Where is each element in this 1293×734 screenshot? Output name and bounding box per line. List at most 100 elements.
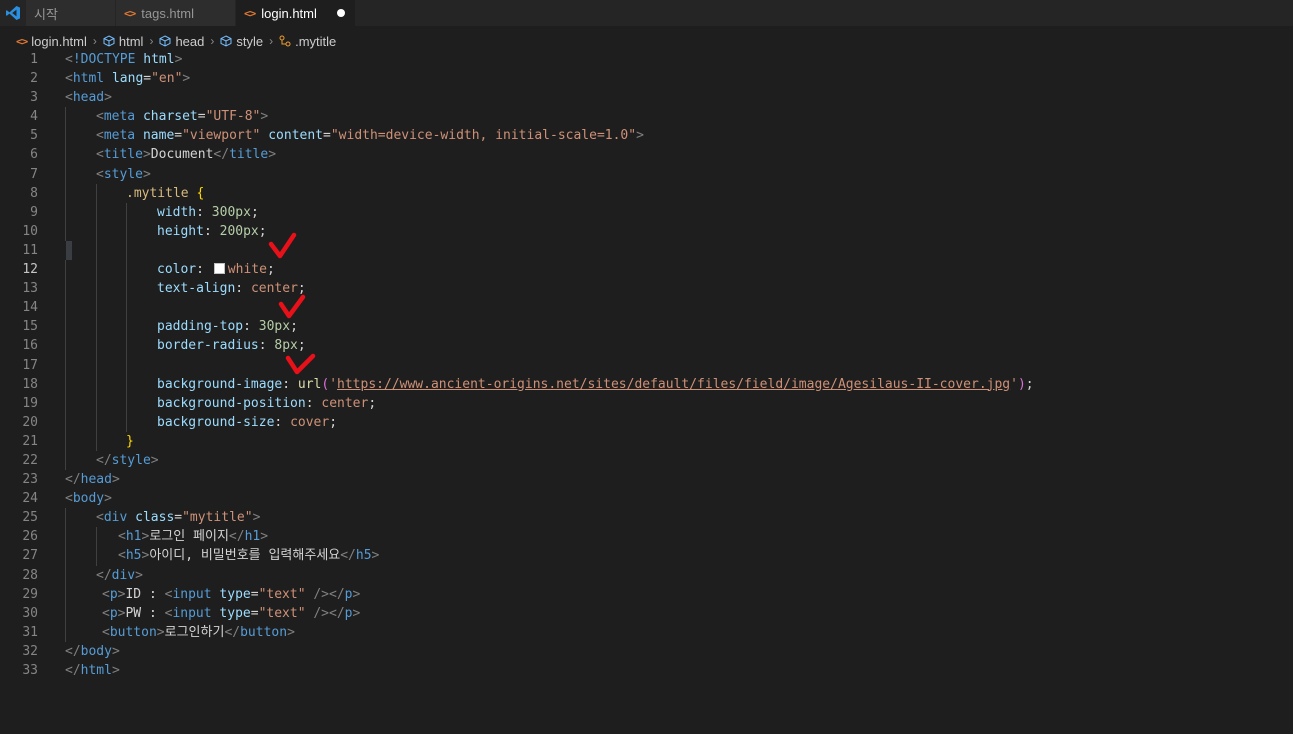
breadcrumb-file[interactable]: login.html: [31, 34, 87, 49]
token: width: [157, 204, 197, 220]
token: name: [142, 128, 175, 144]
chevron-right-icon: ›: [149, 34, 154, 48]
url-link[interactable]: https://www.ancient-origins.net/sites/de…: [337, 377, 1010, 392]
token: .mytitle: [126, 185, 189, 201]
code-line[interactable]: 14: [0, 298, 1293, 318]
code-line[interactable]: 8 .mytitle {: [0, 183, 1293, 203]
code-line[interactable]: 31 <button>로그인하기</button>: [0, 622, 1293, 642]
code-line[interactable]: 5 <meta name="viewport" content="width=de…: [0, 126, 1293, 146]
line-number: 19: [22, 395, 38, 411]
token: white: [227, 262, 267, 278]
html-file-icon: <>: [244, 6, 256, 20]
code-line[interactable]: 21}: [0, 431, 1293, 451]
breadcrumb-html[interactable]: html: [119, 34, 144, 49]
line-number: 28: [22, 567, 38, 583]
tab-welcome-label: 시작: [34, 6, 58, 22]
red-check-mark-icon: [285, 353, 316, 375]
line-number: 1: [30, 52, 38, 67]
token: p: [109, 586, 118, 602]
chevron-right-icon: ›: [92, 34, 97, 48]
token: h5: [125, 548, 142, 564]
code-line[interactable]: 30 <p>PW : <input type="text" /></p>: [0, 603, 1293, 623]
html-file-icon: <>: [16, 34, 28, 48]
token: "text": [258, 586, 306, 602]
token: input: [172, 605, 212, 621]
unsaved-dot-icon[interactable]: [337, 9, 345, 17]
token: p: [344, 586, 353, 602]
code-line[interactable]: 6 <title>Document</title>: [0, 145, 1293, 165]
line-number: 4: [30, 109, 38, 125]
code-line[interactable]: 7 <style>: [0, 164, 1293, 184]
code-line[interactable]: 24 <body>: [0, 489, 1293, 508]
code-line[interactable]: 11: [0, 240, 1293, 261]
code-line[interactable]: 9 width: 300px;: [0, 202, 1293, 222]
code-line[interactable]: 17: [0, 355, 1293, 375]
code-line[interactable]: 32 </body>: [0, 642, 1293, 661]
code-line[interactable]: 13 text-align: center;: [0, 279, 1293, 299]
code-line[interactable]: 33 </html>: [0, 661, 1293, 680]
line-number: 25: [22, 510, 38, 526]
line-number: 9: [30, 204, 38, 220]
line-number: 32: [22, 643, 38, 659]
token: head: [80, 472, 112, 488]
breadcrumb-selector[interactable]: .mytitle: [295, 34, 336, 49]
code-line[interactable]: 25 <div class="mytitle">: [0, 508, 1293, 528]
code-line[interactable]: 19 background-position: center;: [0, 393, 1293, 413]
token: type: [219, 605, 251, 621]
line-number: 29: [22, 586, 38, 602]
token: p: [109, 605, 118, 621]
token: "text": [258, 605, 306, 621]
tab-tags-html[interactable]: <> tags.html: [116, 0, 236, 26]
token: h1: [125, 529, 142, 545]
token: body: [80, 643, 112, 659]
line-number: 23: [22, 472, 38, 488]
tab-login-html-label: login.html: [261, 5, 317, 21]
code-line[interactable]: 29 <p>ID : <input type="text" /></p>: [0, 584, 1293, 604]
token: "UTF-8": [205, 109, 261, 125]
cube-icon: [103, 35, 115, 47]
code-editor[interactable]: 1 <!DOCTYPE html> 2 <html lang="en"> 3 <hea…: [0, 50, 1293, 680]
breadcrumb-style[interactable]: style: [236, 34, 263, 49]
code-line[interactable]: 27 <h5>아이디, 비밀번호를 입력해주세요</h5>: [0, 546, 1293, 566]
code-line[interactable]: 2 <html lang="en">: [0, 69, 1293, 88]
code-line[interactable]: 18 background-image: url('https://www.anc…: [0, 374, 1293, 394]
token: div: [111, 567, 136, 583]
code-line[interactable]: 1 <!DOCTYPE html>: [0, 50, 1293, 69]
code-line[interactable]: 16 border-radius: 8px;: [0, 336, 1293, 356]
line-number: 24: [22, 491, 38, 507]
cube-icon: [220, 35, 232, 47]
code-line[interactable]: 12 color: white;: [0, 260, 1293, 280]
line-number: 26: [22, 529, 38, 545]
token: title: [103, 147, 143, 163]
token: center: [321, 395, 369, 411]
color-swatch-icon[interactable]: [213, 263, 225, 275]
token: html: [72, 71, 105, 87]
tab-login-html[interactable]: <> login.html: [236, 0, 356, 26]
code-line[interactable]: 22 </style>: [0, 450, 1293, 471]
code-line[interactable]: 10 height: 200px;: [0, 221, 1293, 241]
tab-welcome[interactable]: 시작: [26, 0, 116, 26]
code-line[interactable]: 20 background-size: cover;: [0, 412, 1293, 432]
code-line[interactable]: 28 </div>: [0, 565, 1293, 585]
token: style: [103, 166, 143, 182]
line-number: 8: [30, 185, 38, 201]
css-selector-icon: [279, 35, 291, 47]
line-number: 10: [22, 223, 38, 239]
code-line[interactable]: 26 <h1>로그인 페이지</h1>: [0, 527, 1293, 547]
line-number: 22: [22, 452, 38, 468]
token: 아이디, 비밀번호를 입력해주세요: [149, 548, 341, 564]
code-line[interactable]: 15 padding-top: 30px;: [0, 317, 1293, 337]
line-number: 5: [30, 128, 38, 144]
line-number: 16: [22, 338, 38, 354]
tab-tags-html-label: tags.html: [141, 5, 194, 21]
token: type: [219, 586, 251, 602]
breadcrumb-head[interactable]: head: [175, 34, 204, 49]
token: padding-top: [157, 319, 244, 335]
tab-bar: 시작 <> tags.html <> login.html: [0, 0, 1293, 26]
token: ID :: [125, 586, 165, 602]
code-line[interactable]: 3 <head>: [0, 88, 1293, 107]
code-line[interactable]: 23 </head>: [0, 470, 1293, 489]
line-number: 27: [22, 548, 38, 564]
code-line[interactable]: 4 <meta charset="UTF-8">: [0, 107, 1293, 127]
line-number: 3: [30, 90, 38, 106]
